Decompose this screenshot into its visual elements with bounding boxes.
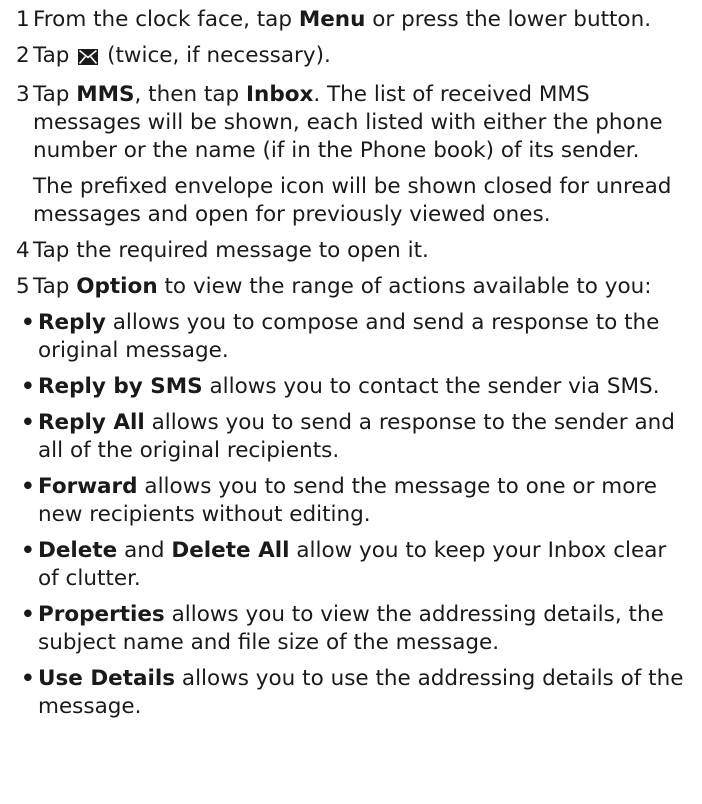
options-list: • Reply allows you to compose and send a … [16, 309, 688, 721]
list-item: • Properties allows you to view the addre… [21, 602, 664, 655]
list-item: • Use Details allows you to use the addre… [21, 666, 684, 719]
bullet-dot: • [21, 310, 35, 335]
list-item: • Reply All allows you to send a response… [21, 410, 675, 463]
inbox-term: Inbox [246, 82, 314, 107]
bullet-dot: • [21, 374, 35, 399]
list-item: • Delete and Delete All allow you to keep… [21, 538, 667, 591]
step-4: 4 Tap the required message to open it. [16, 238, 429, 263]
step-number: 1 [16, 7, 30, 32]
instructions-page: 1 From the clock face, tap Menu or press … [0, 0, 702, 804]
bullet-dot: • [21, 666, 35, 691]
step-5: 5 Tap Option to view the range of actions… [16, 274, 652, 299]
list-item: • Forward allows you to send the message … [21, 474, 657, 527]
step-3: 3 Tap MMS, then tap Inbox. The list of re… [16, 81, 688, 229]
bullet-dot: • [21, 602, 35, 627]
step-number: 3 [16, 82, 30, 107]
envelope-icon [78, 45, 99, 73]
menu-term: Menu [298, 7, 366, 32]
step-number: 4 [16, 238, 30, 263]
bullet-dot: • [21, 538, 35, 563]
list-item: • Reply by SMS allows you to contact the … [21, 374, 660, 399]
step-number: 2 [16, 43, 30, 68]
bullet-dot: • [21, 474, 35, 499]
option-term: Option [76, 274, 158, 299]
step-1: 1 From the clock face, tap Menu or press … [16, 7, 652, 32]
list-item: • Reply allows you to compose and send a … [21, 310, 660, 363]
bullet-dot: • [21, 410, 35, 435]
step-3-note: The prefixed envelope icon will be shown… [33, 174, 672, 227]
mms-term: MMS [76, 82, 135, 107]
step-2: 2 Tap (twice, if necessary). [16, 42, 688, 73]
step-number: 5 [16, 274, 30, 299]
